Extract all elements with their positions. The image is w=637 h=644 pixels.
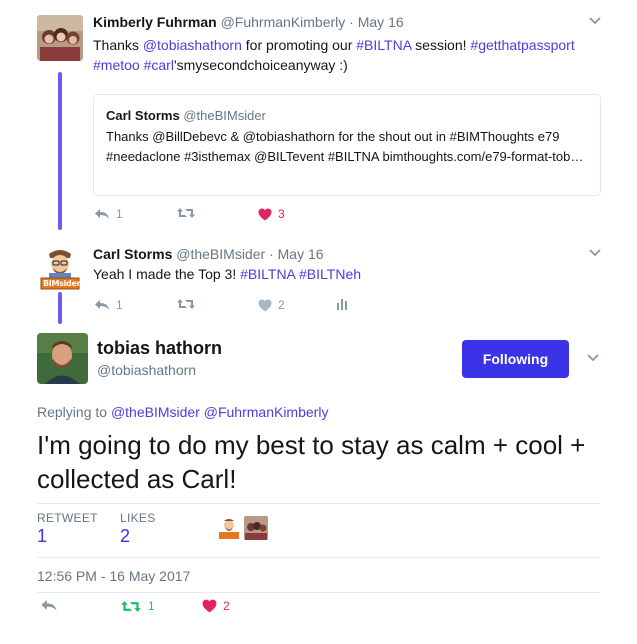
divider — [37, 557, 600, 558]
tweet1-text: Thanks @tobiashathorn for promoting our … — [93, 35, 603, 75]
replying-prefix: Replying to — [37, 404, 108, 420]
replying-to: Replying to @theBIMsider @FuhrmanKimberl… — [37, 404, 328, 420]
retweet-icon — [177, 299, 195, 309]
chevron-down-icon[interactable] — [588, 248, 602, 258]
tweet2-date[interactable]: May 16 — [278, 246, 324, 262]
like-button[interactable]: 2 — [202, 599, 230, 613]
quote-header: Carl Storms @theBIMsider — [106, 108, 266, 123]
divider — [37, 503, 600, 504]
like-count: 2 — [278, 298, 285, 312]
reply-button[interactable]: 1 — [94, 207, 123, 221]
tweet1-author-name[interactable]: Kimberly Fuhrman — [93, 14, 217, 30]
hashtag-link[interactable]: #BILTNA — [356, 37, 411, 53]
heart-icon — [258, 299, 272, 311]
analytics-icon — [337, 299, 347, 310]
tweet-text-segment: for promoting our — [241, 37, 357, 53]
hashtag-link[interactable]: #BILTNeh — [299, 266, 361, 282]
hashtag-link[interactable]: #getthatpassport — [470, 37, 574, 53]
tweet1-date[interactable]: May 16 — [358, 14, 404, 30]
tweet-text-segment: Yeah I made the Top 3! — [93, 266, 241, 282]
main-tweet-text: I'm going to do my best to stay as calm … — [37, 430, 586, 494]
reply-icon — [95, 209, 109, 219]
hashtag-link[interactable]: #carl — [144, 57, 174, 73]
tweet1-header: Kimberly Fuhrman @FuhrmanKimberly · May … — [93, 14, 404, 30]
retweet-stat-value[interactable]: 1 — [37, 526, 47, 547]
avatar-kimberly[interactable] — [37, 15, 83, 61]
analytics-button[interactable] — [336, 298, 348, 310]
likes-stat-value[interactable]: 2 — [120, 526, 130, 547]
avatar-carl-label: BIMsider — [43, 279, 81, 288]
main-author-handle[interactable]: @tobiashathorn — [97, 362, 196, 378]
like-count: 3 — [278, 207, 285, 221]
mention-link[interactable]: @tobiashathorn — [143, 37, 242, 53]
reply-icon — [95, 300, 109, 310]
hashtag-link[interactable]: #BILTNA — [240, 266, 295, 282]
reply-count: 1 — [116, 298, 123, 312]
thread-line-2 — [58, 292, 62, 324]
retweet-button[interactable] — [176, 298, 202, 310]
like-button[interactable]: 2 — [258, 298, 285, 312]
tweet-text-segment: Thanks — [93, 37, 143, 53]
retweet-button[interactable]: 1 — [120, 599, 155, 613]
retweet-stat-label: RETWEET — [37, 511, 98, 525]
hashtag-link[interactable]: #metoo — [93, 57, 140, 73]
reply-icon — [41, 600, 57, 611]
heart-icon — [258, 208, 272, 220]
tweet-text-segment: session! — [411, 37, 471, 53]
chevron-down-icon[interactable] — [586, 353, 600, 363]
quoted-tweet[interactable]: Carl Storms @theBIMsider Thanks @BillDeb… — [93, 94, 601, 196]
tweet-timestamp[interactable]: 12:56 PM - 16 May 2017 — [37, 568, 190, 584]
liker-avatar-kimberly[interactable] — [244, 516, 268, 540]
tweet2-author-handle[interactable]: @theBIMsider — [176, 246, 265, 262]
reply-button[interactable]: 1 — [94, 298, 123, 312]
replying-to-user[interactable]: @theBIMsider — [111, 404, 200, 420]
quote-author-name: Carl Storms — [106, 108, 180, 123]
thread-line-1 — [58, 72, 62, 230]
quote-author-handle: @theBIMsider — [183, 108, 266, 123]
tweet1-author-handle[interactable]: @FuhrmanKimberly — [221, 14, 346, 30]
quote-text: Thanks @BillDebevc & @tobiashathorn for … — [106, 129, 584, 164]
retweet-count: 1 — [148, 599, 155, 613]
retweet-button[interactable] — [176, 207, 202, 219]
retweet-icon — [177, 208, 195, 218]
reply-button[interactable] — [40, 599, 58, 612]
tweet2-author-name[interactable]: Carl Storms — [93, 246, 172, 262]
avatar-tobias[interactable] — [37, 333, 88, 384]
main-author-name[interactable]: tobias hathorn — [97, 338, 222, 359]
tweet2-header: Carl Storms @theBIMsider · May 16 — [93, 246, 324, 262]
heart-icon — [202, 599, 217, 613]
retweet-icon — [121, 600, 141, 612]
reply-count: 1 — [116, 207, 123, 221]
replying-to-user[interactable]: @FuhrmanKimberly — [204, 404, 329, 420]
divider — [37, 592, 600, 593]
tweet2-separator: · — [269, 246, 274, 262]
likes-stat-label: LIKES — [120, 511, 156, 525]
tweet2-text: Yeah I made the Top 3! #BILTNA #BILTNeh — [93, 264, 603, 284]
avatar-carl[interactable]: BIMsider — [37, 244, 83, 292]
tweet1-separator: · — [349, 14, 354, 30]
following-button[interactable]: Following — [462, 340, 569, 378]
like-count: 2 — [223, 599, 230, 613]
tweet-text-segment: 'smysecondchoiceanyway :) — [173, 57, 348, 73]
like-button[interactable]: 3 — [258, 207, 285, 221]
liker-avatar-carl[interactable] — [217, 516, 241, 540]
chevron-down-icon[interactable] — [588, 16, 602, 26]
